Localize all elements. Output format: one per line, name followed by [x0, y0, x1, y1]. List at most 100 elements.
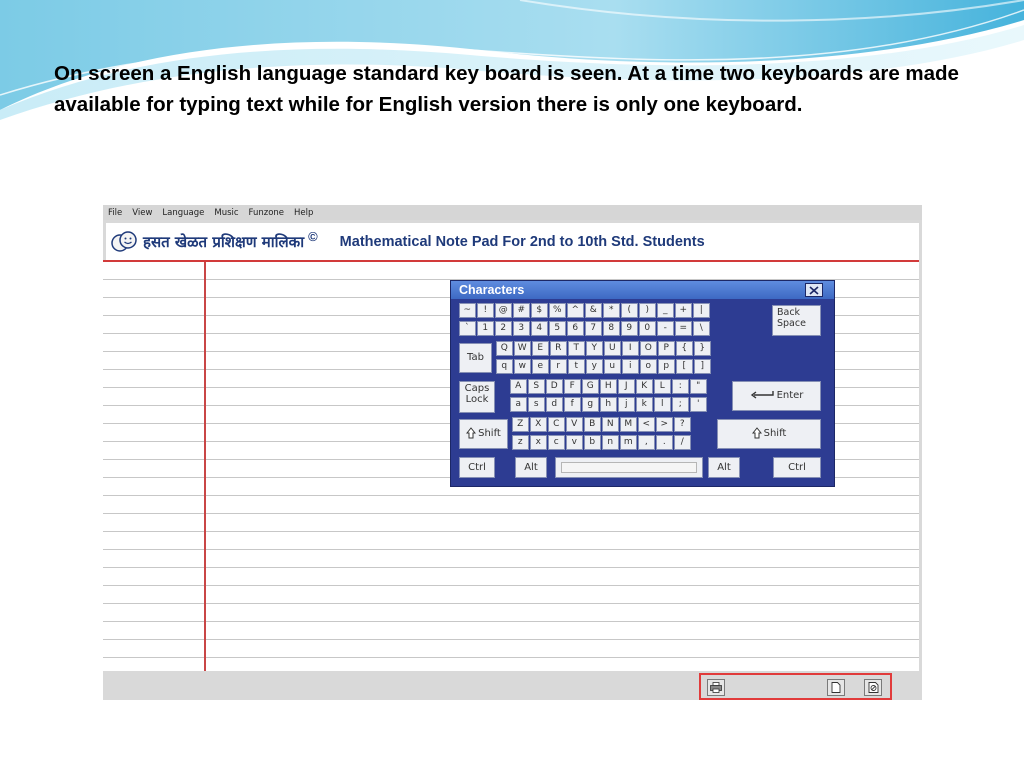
key-r6-1[interactable]: X — [530, 417, 547, 432]
key-r6-3[interactable]: V — [566, 417, 583, 432]
menu-funzone[interactable]: Funzone — [249, 208, 284, 218]
caps-lock-key[interactable]: Caps Lock — [459, 381, 495, 413]
key-r4-2[interactable]: D — [546, 379, 563, 394]
key-r5-7[interactable]: k — [636, 397, 653, 412]
key-r4-10[interactable]: " — [690, 379, 707, 394]
tab-key[interactable]: Tab — [459, 343, 492, 373]
key-r1-11[interactable]: - — [657, 321, 674, 336]
key-r1-1[interactable]: 1 — [477, 321, 494, 336]
key-r5-9[interactable]: ; — [672, 397, 689, 412]
key-r5-2[interactable]: d — [546, 397, 563, 412]
key-r1-9[interactable]: 9 — [621, 321, 638, 336]
right-ctrl-key[interactable]: Ctrl — [773, 457, 821, 478]
key-r0-0[interactable]: ~ — [459, 303, 476, 318]
key-r1-2[interactable]: 2 — [495, 321, 512, 336]
key-r3-6[interactable]: u — [604, 359, 621, 374]
key-r0-12[interactable]: + — [675, 303, 692, 318]
key-r0-7[interactable]: & — [585, 303, 602, 318]
key-r7-6[interactable]: m — [620, 435, 637, 450]
key-r0-1[interactable]: ! — [477, 303, 494, 318]
key-r6-7[interactable]: < — [638, 417, 655, 432]
print-button[interactable] — [707, 679, 725, 696]
key-r0-9[interactable]: ( — [621, 303, 638, 318]
key-r1-13[interactable]: \ — [693, 321, 710, 336]
key-r4-4[interactable]: G — [582, 379, 599, 394]
key-r6-9[interactable]: ? — [674, 417, 691, 432]
key-r1-8[interactable]: 8 — [603, 321, 620, 336]
key-r7-4[interactable]: b — [584, 435, 601, 450]
key-r5-6[interactable]: j — [618, 397, 635, 412]
key-r7-9[interactable]: / — [674, 435, 691, 450]
key-r0-6[interactable]: ^ — [567, 303, 584, 318]
key-r4-8[interactable]: L — [654, 379, 671, 394]
key-r3-3[interactable]: r — [550, 359, 567, 374]
key-r2-2[interactable]: E — [532, 341, 549, 356]
menu-help[interactable]: Help — [294, 208, 313, 218]
key-r7-7[interactable]: , — [638, 435, 655, 450]
key-r4-3[interactable]: F — [564, 379, 581, 394]
key-r5-10[interactable]: ' — [690, 397, 707, 412]
key-r4-0[interactable]: A — [510, 379, 527, 394]
key-r6-5[interactable]: N — [602, 417, 619, 432]
clear-button[interactable] — [864, 679, 882, 696]
key-r4-1[interactable]: S — [528, 379, 545, 394]
key-r3-9[interactable]: p — [658, 359, 675, 374]
key-r3-8[interactable]: o — [640, 359, 657, 374]
key-r5-8[interactable]: l — [654, 397, 671, 412]
key-r2-0[interactable]: Q — [496, 341, 513, 356]
key-r0-8[interactable]: * — [603, 303, 620, 318]
key-r4-5[interactable]: H — [600, 379, 617, 394]
key-r5-0[interactable]: a — [510, 397, 527, 412]
enter-key[interactable]: Enter — [732, 381, 821, 411]
key-r3-4[interactable]: t — [568, 359, 585, 374]
key-r2-10[interactable]: { — [676, 341, 693, 356]
key-r2-6[interactable]: U — [604, 341, 621, 356]
key-r7-0[interactable]: z — [512, 435, 529, 450]
close-button[interactable] — [805, 283, 823, 297]
key-r5-5[interactable]: h — [600, 397, 617, 412]
key-r3-10[interactable]: [ — [676, 359, 693, 374]
key-r2-8[interactable]: O — [640, 341, 657, 356]
key-r1-0[interactable]: ` — [459, 321, 476, 336]
backspace-key[interactable]: Back Space — [772, 305, 821, 336]
key-r1-7[interactable]: 7 — [585, 321, 602, 336]
key-r6-4[interactable]: B — [584, 417, 601, 432]
key-r2-4[interactable]: T — [568, 341, 585, 356]
right-alt-key[interactable]: Alt — [708, 457, 740, 478]
key-r1-4[interactable]: 4 — [531, 321, 548, 336]
key-r1-5[interactable]: 5 — [549, 321, 566, 336]
key-r2-1[interactable]: W — [514, 341, 531, 356]
key-r4-9[interactable]: : — [672, 379, 689, 394]
key-r3-7[interactable]: i — [622, 359, 639, 374]
key-r5-4[interactable]: g — [582, 397, 599, 412]
key-r1-3[interactable]: 3 — [513, 321, 530, 336]
left-ctrl-key[interactable]: Ctrl — [459, 457, 495, 478]
key-r3-11[interactable]: ] — [694, 359, 711, 374]
menu-language[interactable]: Language — [162, 208, 204, 218]
left-alt-key[interactable]: Alt — [515, 457, 547, 478]
left-shift-key[interactable]: Shift — [459, 419, 508, 449]
key-r2-11[interactable]: } — [694, 341, 711, 356]
key-r0-3[interactable]: # — [513, 303, 530, 318]
space-bar[interactable] — [555, 457, 703, 478]
key-r2-9[interactable]: P — [658, 341, 675, 356]
key-r2-3[interactable]: R — [550, 341, 567, 356]
key-r0-4[interactable]: $ — [531, 303, 548, 318]
key-r6-2[interactable]: C — [548, 417, 565, 432]
key-r0-5[interactable]: % — [549, 303, 566, 318]
key-r6-0[interactable]: Z — [512, 417, 529, 432]
key-r0-11[interactable]: _ — [657, 303, 674, 318]
key-r7-2[interactable]: c — [548, 435, 565, 450]
key-r1-6[interactable]: 6 — [567, 321, 584, 336]
key-r0-2[interactable]: @ — [495, 303, 512, 318]
key-r2-7[interactable]: I — [622, 341, 639, 356]
menu-music[interactable]: Music — [214, 208, 238, 218]
key-r7-5[interactable]: n — [602, 435, 619, 450]
key-r3-5[interactable]: y — [586, 359, 603, 374]
new-page-button[interactable] — [827, 679, 845, 696]
key-r3-0[interactable]: q — [496, 359, 513, 374]
key-r0-10[interactable]: ) — [639, 303, 656, 318]
menu-file[interactable]: File — [108, 208, 122, 218]
key-r1-10[interactable]: 0 — [639, 321, 656, 336]
key-r7-3[interactable]: v — [566, 435, 583, 450]
